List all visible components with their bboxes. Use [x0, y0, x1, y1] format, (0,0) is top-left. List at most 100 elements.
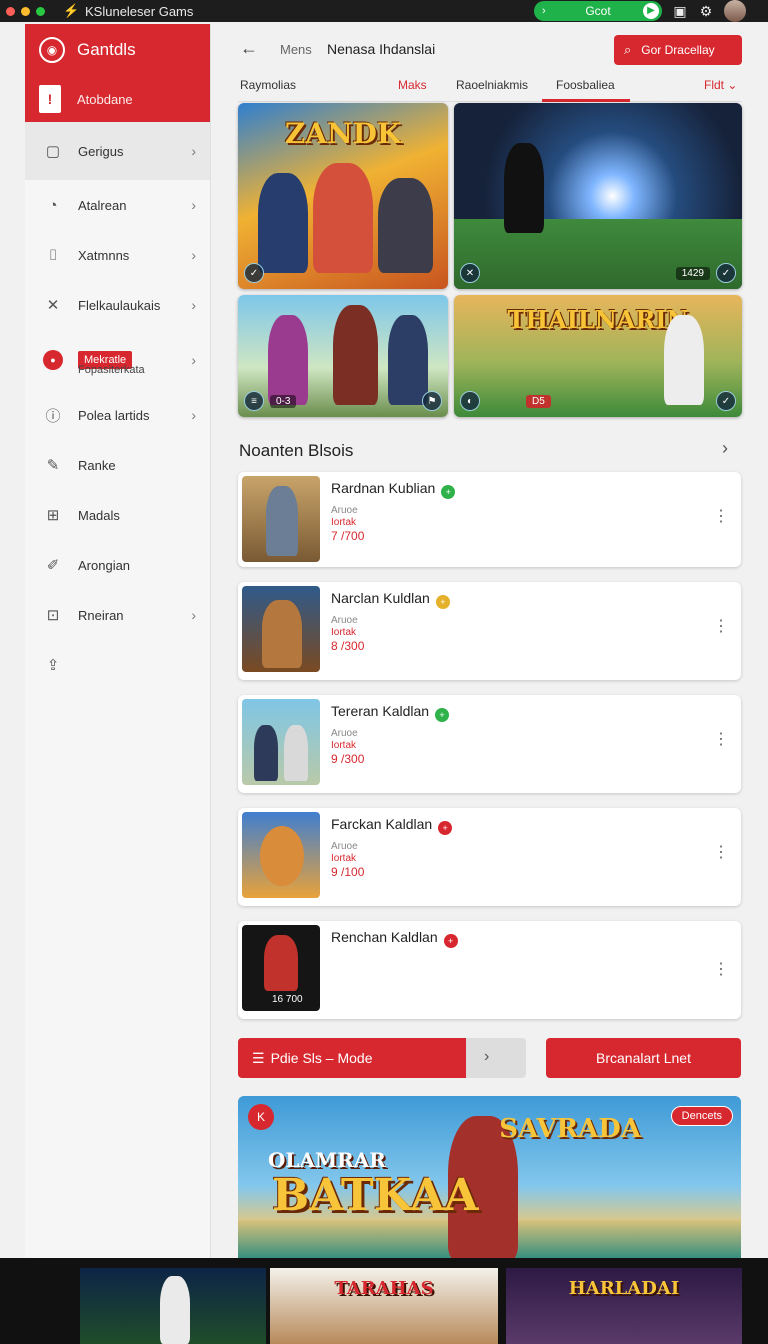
ball-icon[interactable]: ◐ [460, 391, 480, 411]
status-badge: + [438, 821, 453, 835]
featured-game-card[interactable]: ZANDK ✓ [238, 103, 448, 289]
page-title: Nenasa Ihdanslai [327, 41, 436, 57]
share-icon: ⇪ [46, 657, 60, 674]
sidebar: ◉ Gantdls ! Atobdane ▢ Gerigus › ◔ Atalr… [25, 24, 211, 1258]
list-item-meta: Aruoe [331, 841, 358, 852]
user-avatar[interactable] [724, 0, 746, 22]
featured-caption: ZANDK [284, 117, 402, 150]
gear-icon[interactable]: ⚙ [698, 3, 714, 20]
close-window-button[interactable] [6, 6, 15, 16]
sidebar-item-label: Ranke [78, 457, 116, 473]
promo-banner[interactable]: K Dencets OLAMRAR BATKAA SAVRADA [238, 1096, 741, 1260]
go-toggle[interactable]: › Gcot ▶ [534, 1, 662, 21]
sidebar-item-atalrean[interactable]: ◔ Atalrean › [25, 180, 210, 230]
list-item[interactable]: Narclan Kuldlan + Aruoe Iortak 8 /300 ⋮ [238, 582, 741, 680]
sidebar-header[interactable]: ◉ Gantdls [25, 24, 210, 76]
edit-icon: ✐ [46, 557, 60, 574]
sidebar-item-label: Atalrean [78, 197, 127, 213]
tab-raymolias[interactable]: Raymolias [240, 78, 296, 92]
chevron-right-icon: › [191, 607, 196, 623]
list-item-title: Farckan Kaldlan + [331, 816, 453, 835]
list-item-title: Renchan Kaldlan + [331, 929, 458, 948]
character-figure [260, 826, 304, 886]
chevron-right-icon: › [191, 197, 196, 213]
character-figure [264, 935, 298, 991]
badge-icon: K [248, 1104, 274, 1130]
play-icon[interactable]: ✓ [244, 263, 264, 283]
featured-game-card[interactable]: ≡ 0-3 ⚑ [238, 295, 448, 417]
character-figure [258, 173, 308, 273]
character-figure [313, 163, 373, 273]
chevron-right-icon: › [191, 407, 196, 423]
sidebar-item-flelkaulaukais[interactable]: ✕ Flelkaulaukais › [25, 280, 210, 330]
tab-maks[interactable]: Maks [398, 78, 427, 92]
minimize-window-button[interactable] [21, 6, 30, 16]
sidebar-item-gerigus[interactable]: ▢ Gerigus › [25, 122, 210, 180]
back-arrow-icon[interactable]: ← [240, 38, 258, 59]
section-title: Noanten Blsois [239, 441, 354, 460]
sidebar-item-label: Xatmnns [78, 247, 130, 263]
check-icon[interactable]: ✓ [716, 391, 736, 411]
sidebar-item-rneiran[interactable]: ⊡ Rneiran › [25, 590, 210, 640]
list-item-score: 9 /100 [331, 865, 365, 879]
active-tab-indicator [542, 99, 630, 102]
check-icon[interactable]: ✓ [716, 263, 736, 283]
grid-icon: ⊞ [46, 507, 60, 524]
banner-tag[interactable]: Dencets [670, 1106, 733, 1126]
mode-button[interactable]: ☰ Pdie Sls – Mode › [238, 1038, 526, 1078]
more-options-icon[interactable]: ⋮ [713, 506, 729, 526]
carousel-tile[interactable]: HARLADAI [506, 1268, 742, 1344]
sidebar-item-dashboard[interactable]: ! Atobdane [25, 76, 210, 122]
list-item[interactable]: Tereran Kaldlan + Aruoe Iortak 9 /300 ⋮ [238, 695, 741, 793]
character-figure [284, 725, 308, 781]
menu-icon[interactable]: ≡ [244, 391, 264, 411]
carousel-tile[interactable] [80, 1268, 266, 1344]
more-options-icon[interactable]: ⋮ [713, 616, 729, 636]
tab-more-dropdown[interactable]: Fldt ⌄ [704, 78, 737, 92]
primary-action-button[interactable]: ⌕ Gor Dracellay [614, 35, 742, 65]
sidebar-item-polea-lartids[interactable]: ⓘ Polea lartids › [25, 390, 210, 440]
tab-raoelniakmis[interactable]: Raoelniakmis [456, 78, 528, 92]
breadcrumb-parent[interactable]: Mens [280, 42, 312, 57]
character-figure [333, 305, 378, 405]
sidebar-item-ranke[interactable]: ✎ Ranke [25, 440, 210, 490]
more-options-icon[interactable]: ⋮ [713, 959, 729, 979]
more-options-icon[interactable]: ⋮ [713, 842, 729, 862]
controller-icon: ▢ [45, 143, 61, 160]
chevron-right-icon[interactable]: › [722, 438, 728, 459]
list-item[interactable]: Rardnan Kublian + Aruoe Iortak 7 /700 ⋮ [238, 472, 741, 567]
action-icon[interactable]: ⚑ [422, 391, 442, 411]
sidebar-item-arongian[interactable]: ✐ Arongian [25, 540, 210, 590]
carousel-tile[interactable]: TARAHAS [270, 1268, 498, 1344]
channel-button[interactable]: Brcanalart Lnet [546, 1038, 741, 1078]
sidebar-item-label: Flelkaulaukais [78, 297, 161, 313]
list-item[interactable]: Farckan Kaldlan + Aruoe Iortak 9 /100 ⋮ [238, 808, 741, 906]
sidebar-item-mekratle[interactable]: ● Mekratle Fopasiterkata › [25, 330, 210, 390]
status-badge: + [435, 595, 450, 609]
chevron-right-icon: › [484, 1048, 490, 1065]
tab-foosbaliea[interactable]: Foosbaliea [556, 78, 615, 92]
search-icon: ⌕ [624, 42, 632, 57]
carousel-caption: HARLADAI [568, 1278, 680, 1299]
chevron-down-icon: ⌄ [727, 78, 738, 92]
character-figure [504, 143, 544, 233]
list-item-tag: Iortak [331, 517, 357, 528]
maximize-window-button[interactable] [36, 6, 45, 16]
sidebar-item-madals[interactable]: ⊞ Madals [25, 490, 210, 540]
more-options-icon[interactable]: ⋮ [713, 729, 729, 749]
sidebar-item-xatmnns[interactable]: ⌷ Xatmnns › [25, 230, 210, 280]
list-item[interactable]: 16 700 Renchan Kaldlan + ⋮ [238, 921, 741, 1019]
notification-icon[interactable]: ▣ [672, 3, 688, 20]
cross-icon[interactable]: ✕ [460, 263, 480, 283]
list-icon: ☰ [252, 1049, 265, 1066]
featured-game-card[interactable]: ✕ 1429 ✓ [454, 103, 742, 289]
sidebar-title: Gantdls [77, 40, 136, 59]
sidebar-item-share[interactable]: ⇪ [25, 640, 210, 690]
window-title: KSluneleser Gams [85, 3, 194, 19]
game-thumbnail [242, 812, 320, 898]
wrench-icon: ✎ [46, 457, 60, 474]
list-item-tag: Iortak [331, 740, 357, 751]
banner-title-main: BATKAA [272, 1170, 479, 1221]
featured-game-card[interactable]: THAILNARIN ◐ D5 ✓ [454, 295, 742, 417]
sidebar-item-label: Rneiran [78, 607, 124, 623]
